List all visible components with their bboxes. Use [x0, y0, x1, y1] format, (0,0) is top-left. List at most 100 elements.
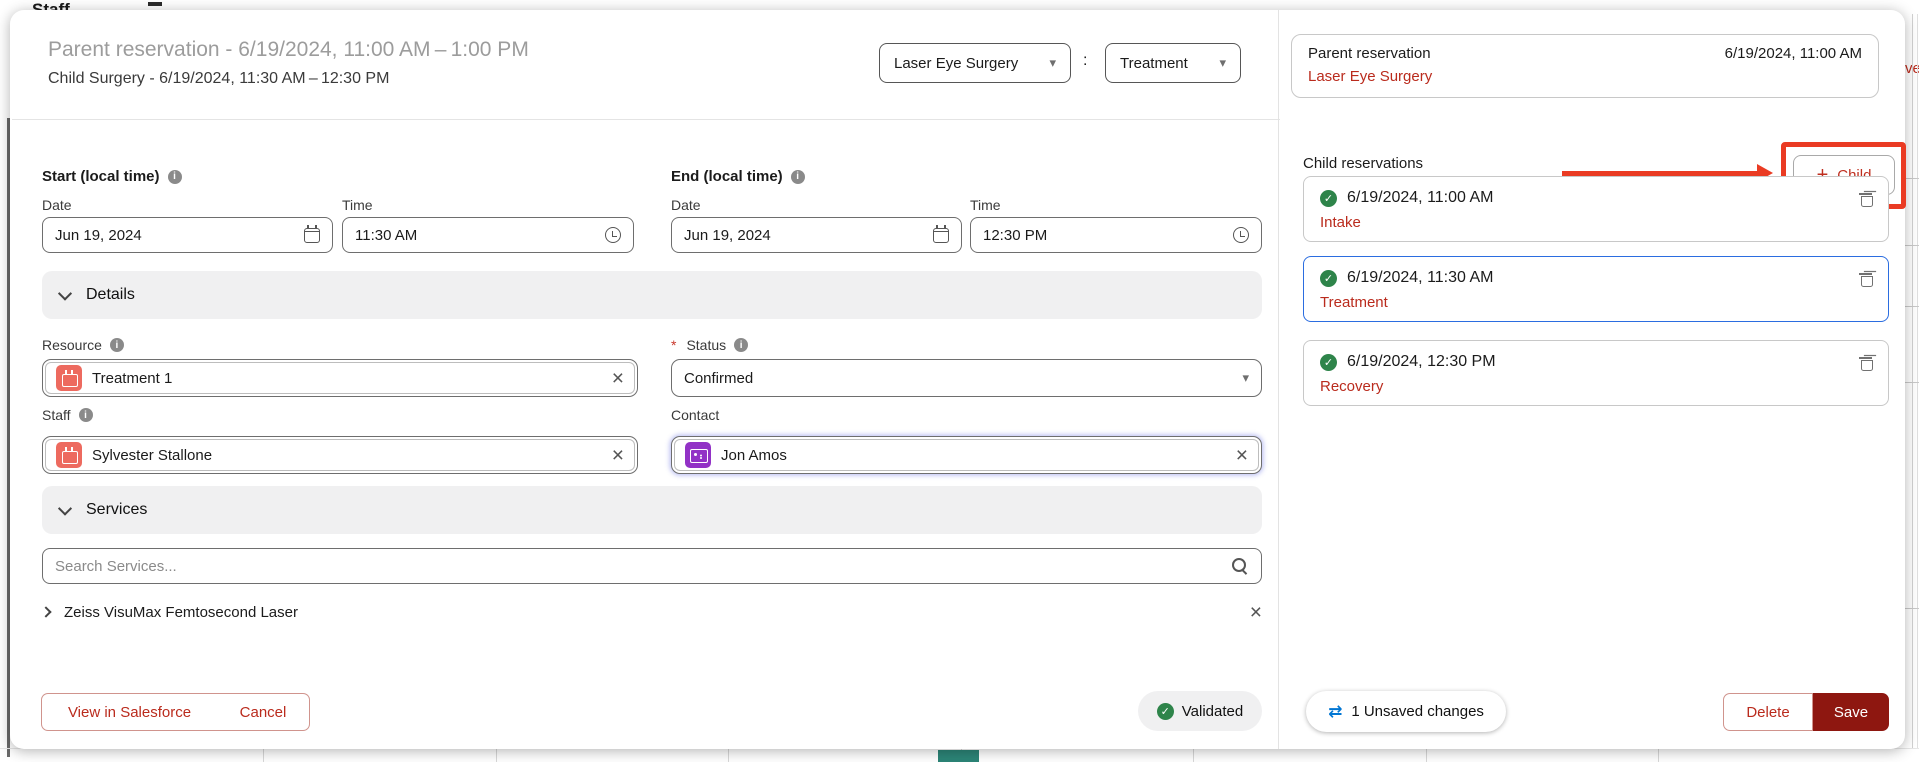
contact-icon	[685, 442, 711, 468]
start-time-input[interactable]: 11:30 AM	[342, 217, 634, 253]
check-icon: ✓	[1320, 270, 1337, 287]
chevron-down-icon	[58, 502, 72, 516]
column-divider	[1278, 10, 1279, 749]
staff-resource-icon	[56, 442, 82, 468]
contact-pill: Jon Amos ×	[674, 439, 1259, 471]
reservation-type-select[interactable]: Laser Eye Surgery ▾	[879, 43, 1071, 83]
status-select[interactable]: Confirmed ▾	[671, 359, 1262, 397]
search-services-input[interactable]	[55, 558, 1231, 575]
reservation-modal: Parent reservation - 6/19/2024, 11:00 AM…	[10, 10, 1905, 749]
child-card-type: Intake	[1320, 214, 1872, 231]
child-reservation-card-intake[interactable]: ✓ 6/19/2024, 11:00 AM Intake	[1303, 176, 1889, 242]
clock-icon[interactable]	[605, 227, 621, 243]
trash-icon[interactable]	[1859, 271, 1872, 285]
resource-label: Resource i	[42, 337, 124, 353]
remove-service-icon[interactable]: ×	[1250, 602, 1262, 623]
chevron-right-icon[interactable]	[40, 606, 51, 617]
check-icon: ✓	[1157, 703, 1174, 720]
save-button[interactable]: Save	[1813, 693, 1889, 731]
reservation-subtype-select[interactable]: Treatment ▾	[1105, 43, 1241, 83]
background-grid-line	[1904, 306, 1919, 307]
end-time-label: Time	[970, 197, 1001, 213]
calendar-icon[interactable]	[933, 228, 949, 243]
background-calendar-event-cell	[938, 750, 979, 762]
contact-label: Contact	[671, 407, 719, 423]
background-grid-line	[728, 749, 729, 762]
child-card-datetime: 6/19/2024, 12:30 PM	[1347, 353, 1496, 371]
end-time-input[interactable]: 12:30 PM	[970, 217, 1262, 253]
unsaved-changes-badge: ⇄ 1 Unsaved changes	[1306, 691, 1506, 732]
search-services-field	[42, 548, 1262, 584]
child-card-type: Treatment	[1320, 294, 1872, 311]
start-local-time-label: Start (local time) i	[42, 168, 182, 185]
required-marker: *	[671, 337, 676, 353]
background-grid-line	[1904, 178, 1919, 179]
resource-icon	[56, 365, 82, 391]
caret-down-icon: ▾	[1219, 55, 1226, 71]
resource-pill: Treatment 1 ×	[45, 362, 635, 394]
info-icon: i	[110, 338, 124, 352]
staff-pill: Sylvester Stallone ×	[45, 439, 635, 471]
clear-icon[interactable]: ×	[1236, 445, 1248, 466]
background-grid-line	[1193, 749, 1194, 762]
parent-card-title: Parent reservation	[1308, 45, 1431, 62]
service-item-row[interactable]: Zeiss VisuMax Femtosecond Laser ×	[42, 598, 1262, 626]
background-grid-line	[1658, 749, 1659, 762]
screenshot-root: Staff ve Parent reservation - 6/19/2024,…	[0, 0, 1919, 762]
background-grid-line	[1426, 749, 1427, 762]
background-grid-line	[496, 749, 497, 762]
child-reservation-subtitle: Child Surgery - 6/19/2024, 11:30 AM – 12…	[48, 70, 389, 88]
info-icon: i	[791, 170, 805, 184]
status-label: * Status i	[671, 337, 748, 353]
calendar-icon[interactable]	[304, 228, 320, 243]
staff-label: Staff i	[42, 407, 93, 423]
services-section-header[interactable]: Services	[42, 486, 1262, 534]
background-scrollbar-line	[1917, 14, 1918, 748]
check-icon: ✓	[1320, 190, 1337, 207]
clear-icon[interactable]: ×	[612, 368, 624, 389]
info-icon: i	[168, 170, 182, 184]
resource-lookup-field[interactable]: Treatment 1 ×	[42, 359, 638, 397]
staff-lookup-field[interactable]: Sylvester Stallone ×	[42, 436, 638, 474]
end-date-input[interactable]: Jun 19, 2024	[671, 217, 962, 253]
select-separator: :	[1083, 52, 1087, 70]
trash-icon[interactable]	[1859, 355, 1872, 369]
contact-lookup-field[interactable]: Jon Amos ×	[671, 436, 1262, 474]
background-grid-line	[1904, 608, 1919, 609]
background-fragment	[148, 2, 162, 6]
start-time-label: Time	[342, 197, 373, 213]
delete-button[interactable]: Delete	[1723, 693, 1813, 731]
info-icon: i	[734, 338, 748, 352]
background-grid-line	[1904, 245, 1919, 246]
end-local-time-label: End (local time) i	[671, 168, 805, 185]
check-icon: ✓	[1320, 354, 1337, 371]
caret-down-icon: ▾	[1242, 370, 1249, 386]
parent-reservation-card[interactable]: Parent reservation 6/19/2024, 11:00 AM L…	[1291, 34, 1879, 98]
sync-icon: ⇄	[1328, 702, 1342, 722]
clock-icon[interactable]	[1233, 227, 1249, 243]
child-reservation-card-treatment[interactable]: ✓ 6/19/2024, 11:30 AM Treatment	[1303, 256, 1889, 322]
validated-badge: ✓ Validated	[1138, 691, 1262, 731]
header-divider	[12, 119, 1280, 120]
background-scrollbar-line	[1912, 14, 1913, 748]
start-date-input[interactable]: Jun 19, 2024	[42, 217, 333, 253]
info-icon: i	[79, 408, 93, 422]
clear-icon[interactable]: ×	[612, 445, 624, 466]
details-section-header[interactable]: Details	[42, 271, 1262, 319]
end-date-label: Date	[671, 197, 701, 213]
trash-icon[interactable]	[1859, 191, 1872, 205]
parent-card-datetime: 6/19/2024, 11:00 AM	[1725, 45, 1862, 62]
parent-reservation-title: Parent reservation - 6/19/2024, 11:00 AM…	[48, 38, 529, 62]
child-reservation-card-recovery[interactable]: ✓ 6/19/2024, 12:30 PM Recovery	[1303, 340, 1889, 406]
reservation-type-value: Laser Eye Surgery	[894, 55, 1018, 72]
service-item-label: Zeiss VisuMax Femtosecond Laser	[64, 604, 1236, 621]
child-card-type: Recovery	[1320, 378, 1872, 395]
child-reservations-label: Child reservations	[1303, 155, 1423, 172]
background-grid-line	[263, 749, 264, 762]
child-card-datetime: 6/19/2024, 11:30 AM	[1347, 269, 1493, 287]
search-icon[interactable]	[1231, 557, 1249, 575]
cancel-button[interactable]: Cancel	[217, 693, 310, 731]
view-in-salesforce-button[interactable]: View in Salesforce	[41, 693, 218, 731]
chevron-down-icon	[58, 287, 72, 301]
parent-card-type: Laser Eye Surgery	[1308, 68, 1862, 85]
